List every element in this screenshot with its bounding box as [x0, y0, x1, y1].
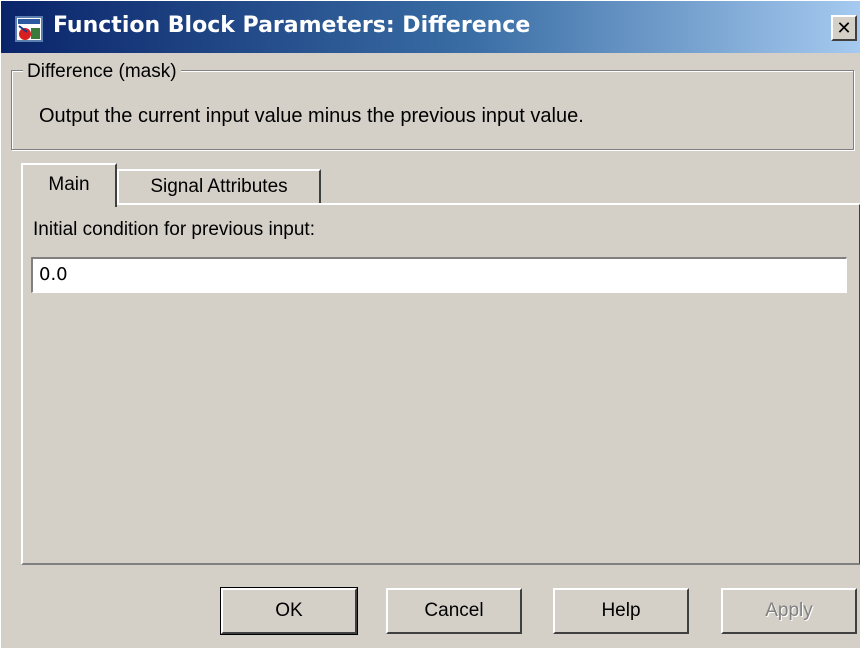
title-bar[interactable]: Function Block Parameters: Difference ✕	[1, 1, 860, 53]
ok-button[interactable]: OK	[220, 587, 358, 635]
close-button[interactable]: ✕	[831, 15, 857, 41]
initial-condition-label: Initial condition for previous input:	[33, 219, 315, 240]
tab-main-label: Main	[48, 174, 90, 195]
apply-button[interactable]: Apply	[721, 588, 857, 634]
initial-condition-input[interactable]: 0.0	[31, 257, 847, 293]
tab-signal-attributes[interactable]: Signal Attributes	[117, 169, 321, 203]
window-title: Function Block Parameters: Difference	[53, 13, 531, 38]
simulink-block-icon	[15, 16, 43, 42]
cancel-button[interactable]: Cancel	[386, 588, 522, 634]
mask-description: Output the current input value minus the…	[39, 105, 584, 127]
mask-group-label: Difference (mask)	[23, 61, 181, 83]
dialog-window: Function Block Parameters: Difference ✕ …	[0, 0, 860, 648]
tab-signal-attributes-label: Signal Attributes	[150, 176, 288, 197]
close-icon: ✕	[836, 17, 852, 39]
help-button[interactable]: Help	[553, 588, 689, 634]
tab-main[interactable]: Main	[21, 163, 117, 207]
